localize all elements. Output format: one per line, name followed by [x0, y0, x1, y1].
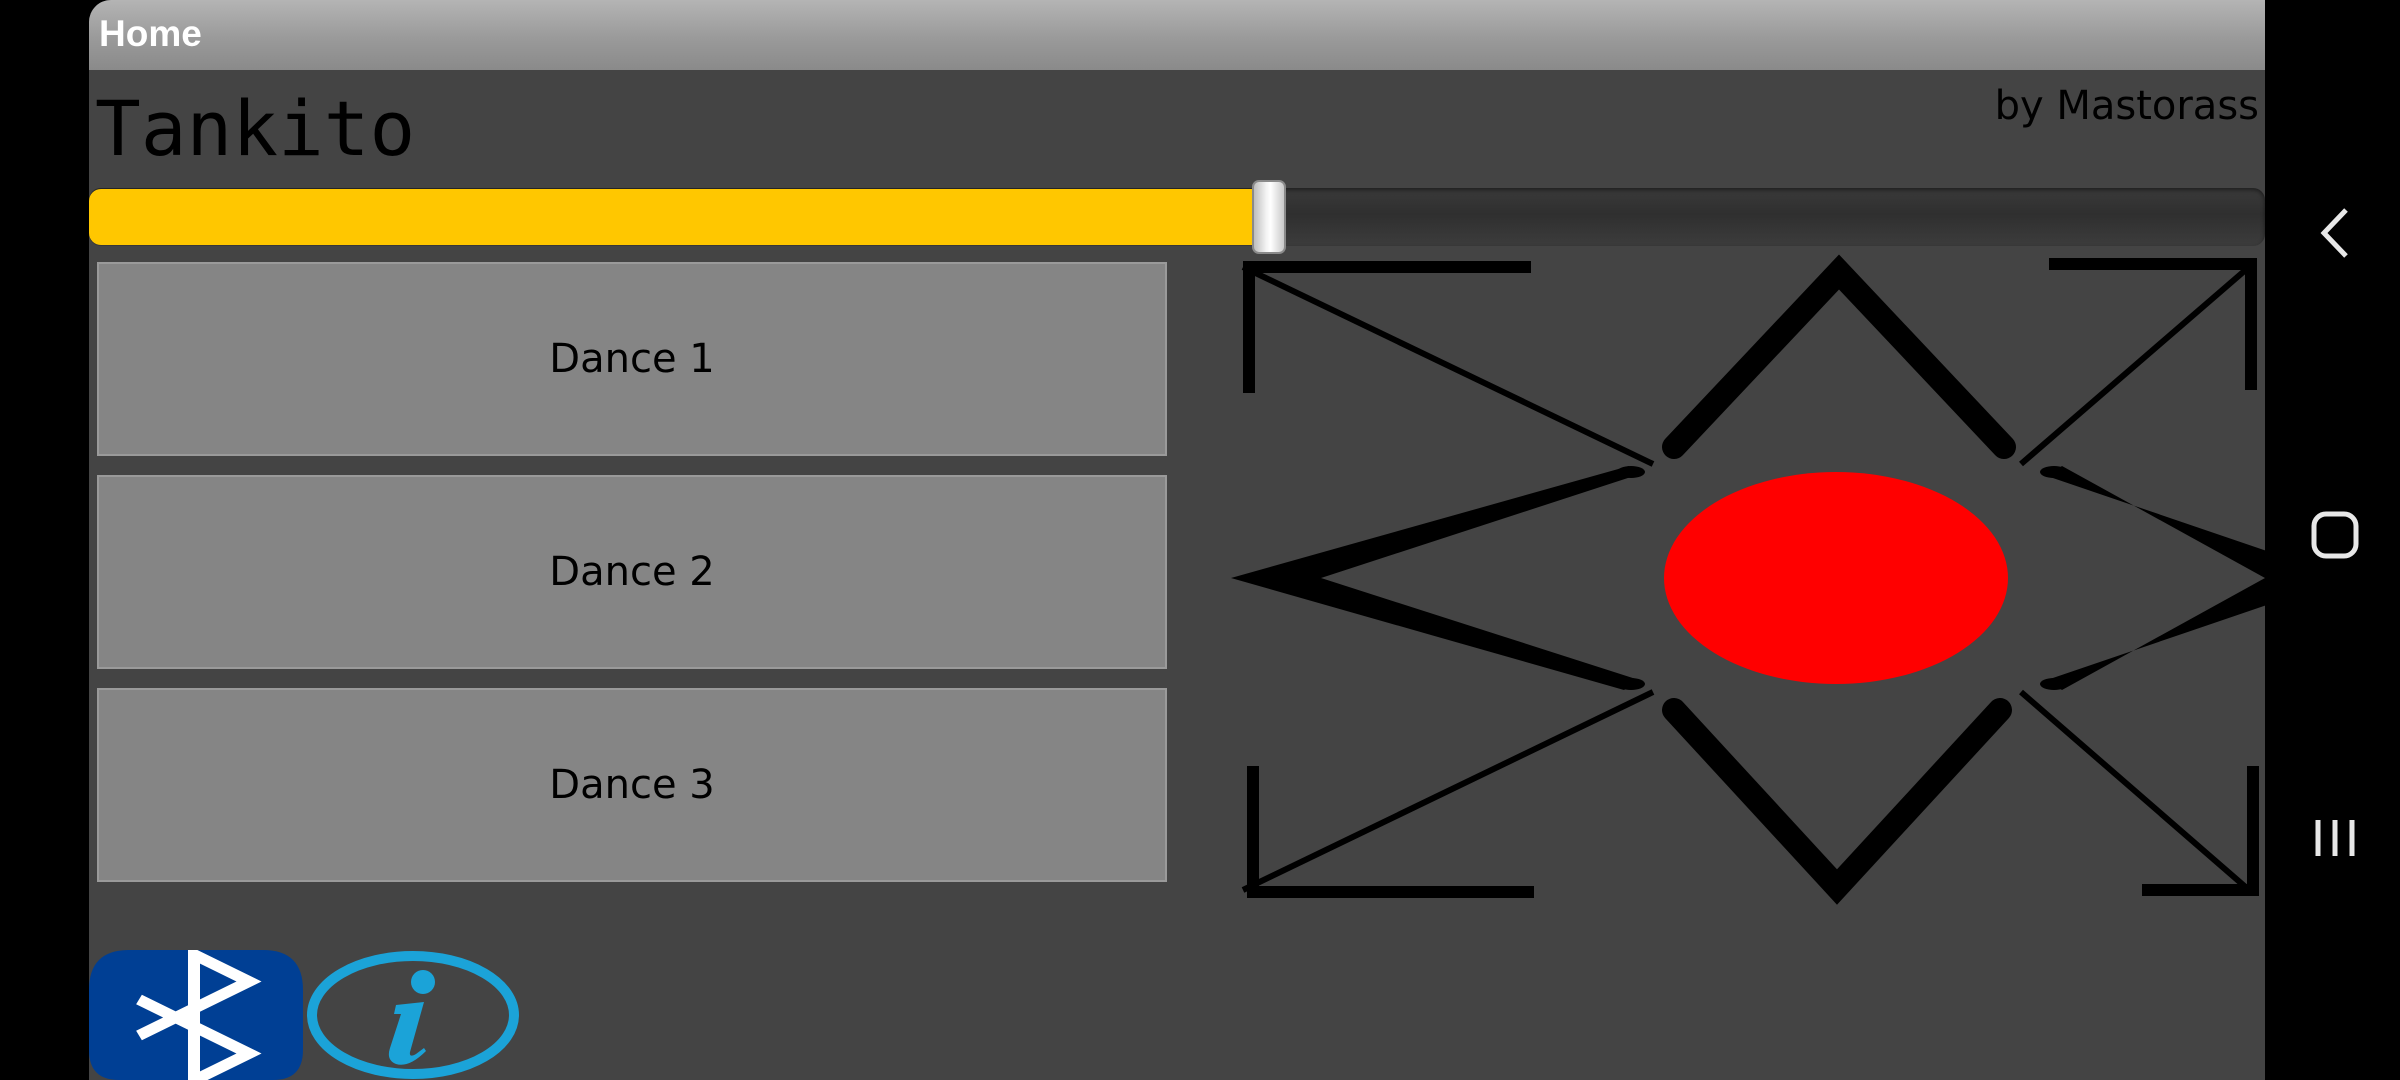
backward-arrow[interactable] [1662, 698, 2012, 905]
back-icon[interactable] [2300, 198, 2370, 268]
right-arrow[interactable] [2040, 466, 2265, 690]
backward-left-arrow[interactable] [1241, 689, 1655, 898]
forward-left-arrow[interactable] [1241, 261, 1655, 467]
recents-icon[interactable] [2300, 803, 2370, 873]
app-name-label: Tankito [95, 84, 416, 173]
info-icon [388, 970, 435, 1065]
stop-button[interactable] [1664, 472, 2008, 684]
forward-right-arrow[interactable] [2019, 258, 2257, 467]
system-navigation-bar [2265, 0, 2400, 1080]
bluetooth-button[interactable] [89, 950, 303, 1080]
app-screen: Home Tankito by Mastorass Dance 1 Dance … [89, 0, 2265, 1080]
dance-3-button[interactable]: Dance 3 [97, 688, 1167, 882]
forward-arrow[interactable] [1662, 254, 2016, 459]
dance-1-button[interactable]: Dance 1 [97, 262, 1167, 456]
home-icon[interactable] [2300, 500, 2370, 570]
title-bar: Home [89, 0, 2265, 70]
slider-thumb[interactable] [1252, 180, 1286, 254]
speed-slider[interactable] [89, 180, 2265, 254]
direction-control-pad [1231, 254, 2265, 905]
backward-right-arrow[interactable] [2019, 689, 2259, 896]
info-button[interactable] [306, 950, 520, 1080]
dance-2-button[interactable]: Dance 2 [97, 475, 1167, 669]
author-label: by Mastorass [1994, 83, 2259, 129]
left-arrow[interactable] [1231, 466, 1645, 690]
slider-fill [89, 189, 1269, 245]
screen-title: Home [99, 13, 202, 54]
